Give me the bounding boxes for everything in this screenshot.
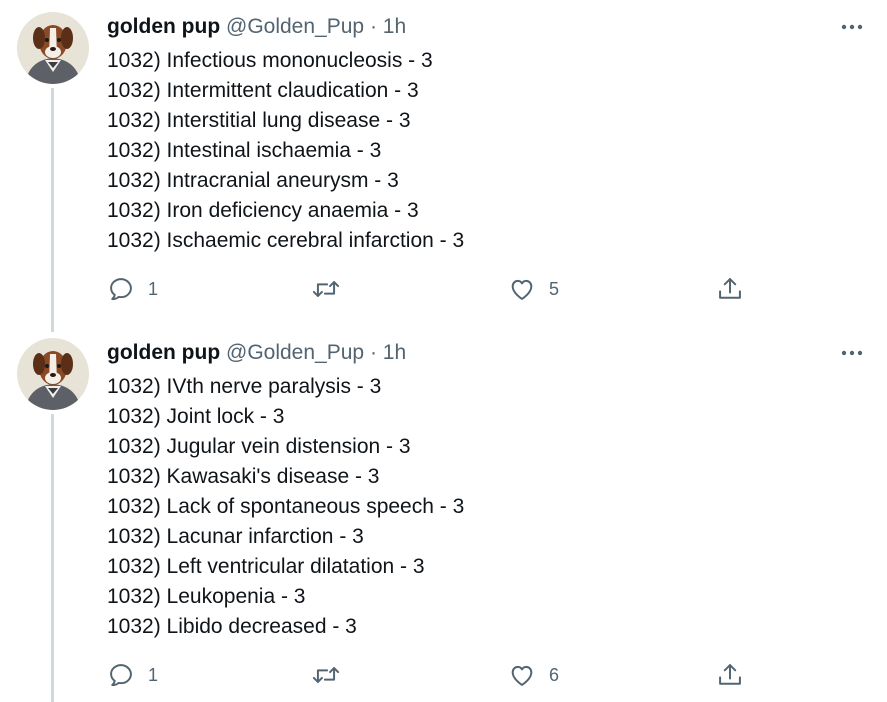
tweet-actions: 1 5 <box>0 274 887 304</box>
like-count: 5 <box>549 278 560 299</box>
more-options-icon[interactable] <box>838 343 866 363</box>
timestamp[interactable]: 1h <box>383 341 406 364</box>
heart-icon <box>511 279 533 300</box>
tweet-text-line: 1032) Lack of spontaneous speech - 3 <box>107 495 465 518</box>
share-icon <box>719 664 741 685</box>
tweet-text: 1032) Infectious mononucleosis - 3 1032)… <box>107 46 464 256</box>
tweet-actions: 1 6 <box>0 660 887 690</box>
share-button[interactable] <box>716 274 744 304</box>
tweet[interactable]: golden pup @Golden_Pup · 1h 1032) Infect… <box>0 0 887 326</box>
tweet-text-line: 1032) Libido decreased - 3 <box>107 615 357 638</box>
tweet-text-line: 1032) IVth nerve paralysis - 3 <box>107 375 382 398</box>
separator: · <box>369 15 377 38</box>
reply-icon <box>110 664 132 687</box>
like-button[interactable]: 5 <box>508 274 559 304</box>
tweet-text-line: 1032) Intracranial aneurysm - 3 <box>107 169 399 192</box>
tweet-text-line: 1032) Ischaemic cerebral infarction - 3 <box>107 229 465 252</box>
tweet-header: golden pup @Golden_Pup · 1h <box>107 14 406 40</box>
author-handle[interactable]: @Golden_Pup <box>226 341 364 364</box>
reply-button[interactable]: 1 <box>107 660 158 690</box>
tweet-text-line: 1032) Kawasaki's disease - 3 <box>107 465 380 488</box>
share-button[interactable] <box>716 660 744 690</box>
tweet-text-line: 1032) Lacunar infarction - 3 <box>107 525 364 548</box>
like-count: 6 <box>549 664 560 685</box>
avatar[interactable] <box>17 12 89 84</box>
tweet-header: golden pup @Golden_Pup · 1h <box>107 340 406 366</box>
tweet-text-line: 1032) Infectious mononucleosis - 3 <box>107 49 433 72</box>
share-icon <box>719 278 741 299</box>
reply-button[interactable]: 1 <box>107 274 158 304</box>
separator: · <box>369 341 377 364</box>
tweet-text-line: 1032) Left ventricular dilatation - 3 <box>107 555 425 578</box>
heart-icon <box>511 665 533 686</box>
tweet-text: 1032) IVth nerve paralysis - 3 1032) Joi… <box>107 372 464 642</box>
tweet-text-line: 1032) Intestinal ischaemia - 3 <box>107 139 382 162</box>
retweet-button[interactable] <box>311 274 341 304</box>
like-button[interactable]: 6 <box>508 660 559 690</box>
author-handle[interactable]: @Golden_Pup <box>226 15 364 38</box>
reply-count: 1 <box>148 664 159 685</box>
avatar[interactable] <box>17 338 89 410</box>
reply-count: 1 <box>148 278 159 299</box>
more-options-icon[interactable] <box>838 17 866 37</box>
tweet-text-line: 1032) Intermittent claudication - 3 <box>107 79 419 102</box>
retweet-button[interactable] <box>311 660 341 690</box>
avatar-dog-image <box>17 12 89 84</box>
author-name[interactable]: golden pup <box>107 341 220 364</box>
tweet-text-line: 1032) Jugular vein distension - 3 <box>107 435 411 458</box>
reply-icon <box>110 278 132 301</box>
tweet-text-line: 1032) Joint lock - 3 <box>107 405 285 428</box>
timestamp[interactable]: 1h <box>383 15 406 38</box>
avatar-dog-image <box>17 338 89 410</box>
tweet-text-line: 1032) Leukopenia - 3 <box>107 585 306 608</box>
tweet[interactable]: golden pup @Golden_Pup · 1h 1032) IVth n… <box>0 326 887 702</box>
author-name[interactable]: golden pup <box>107 15 220 38</box>
tweet-text-line: 1032) Iron deficiency anaemia - 3 <box>107 199 419 222</box>
retweet-icon <box>312 281 340 297</box>
tweet-text-line: 1032) Interstitial lung disease - 3 <box>107 109 411 132</box>
retweet-icon <box>312 667 340 683</box>
